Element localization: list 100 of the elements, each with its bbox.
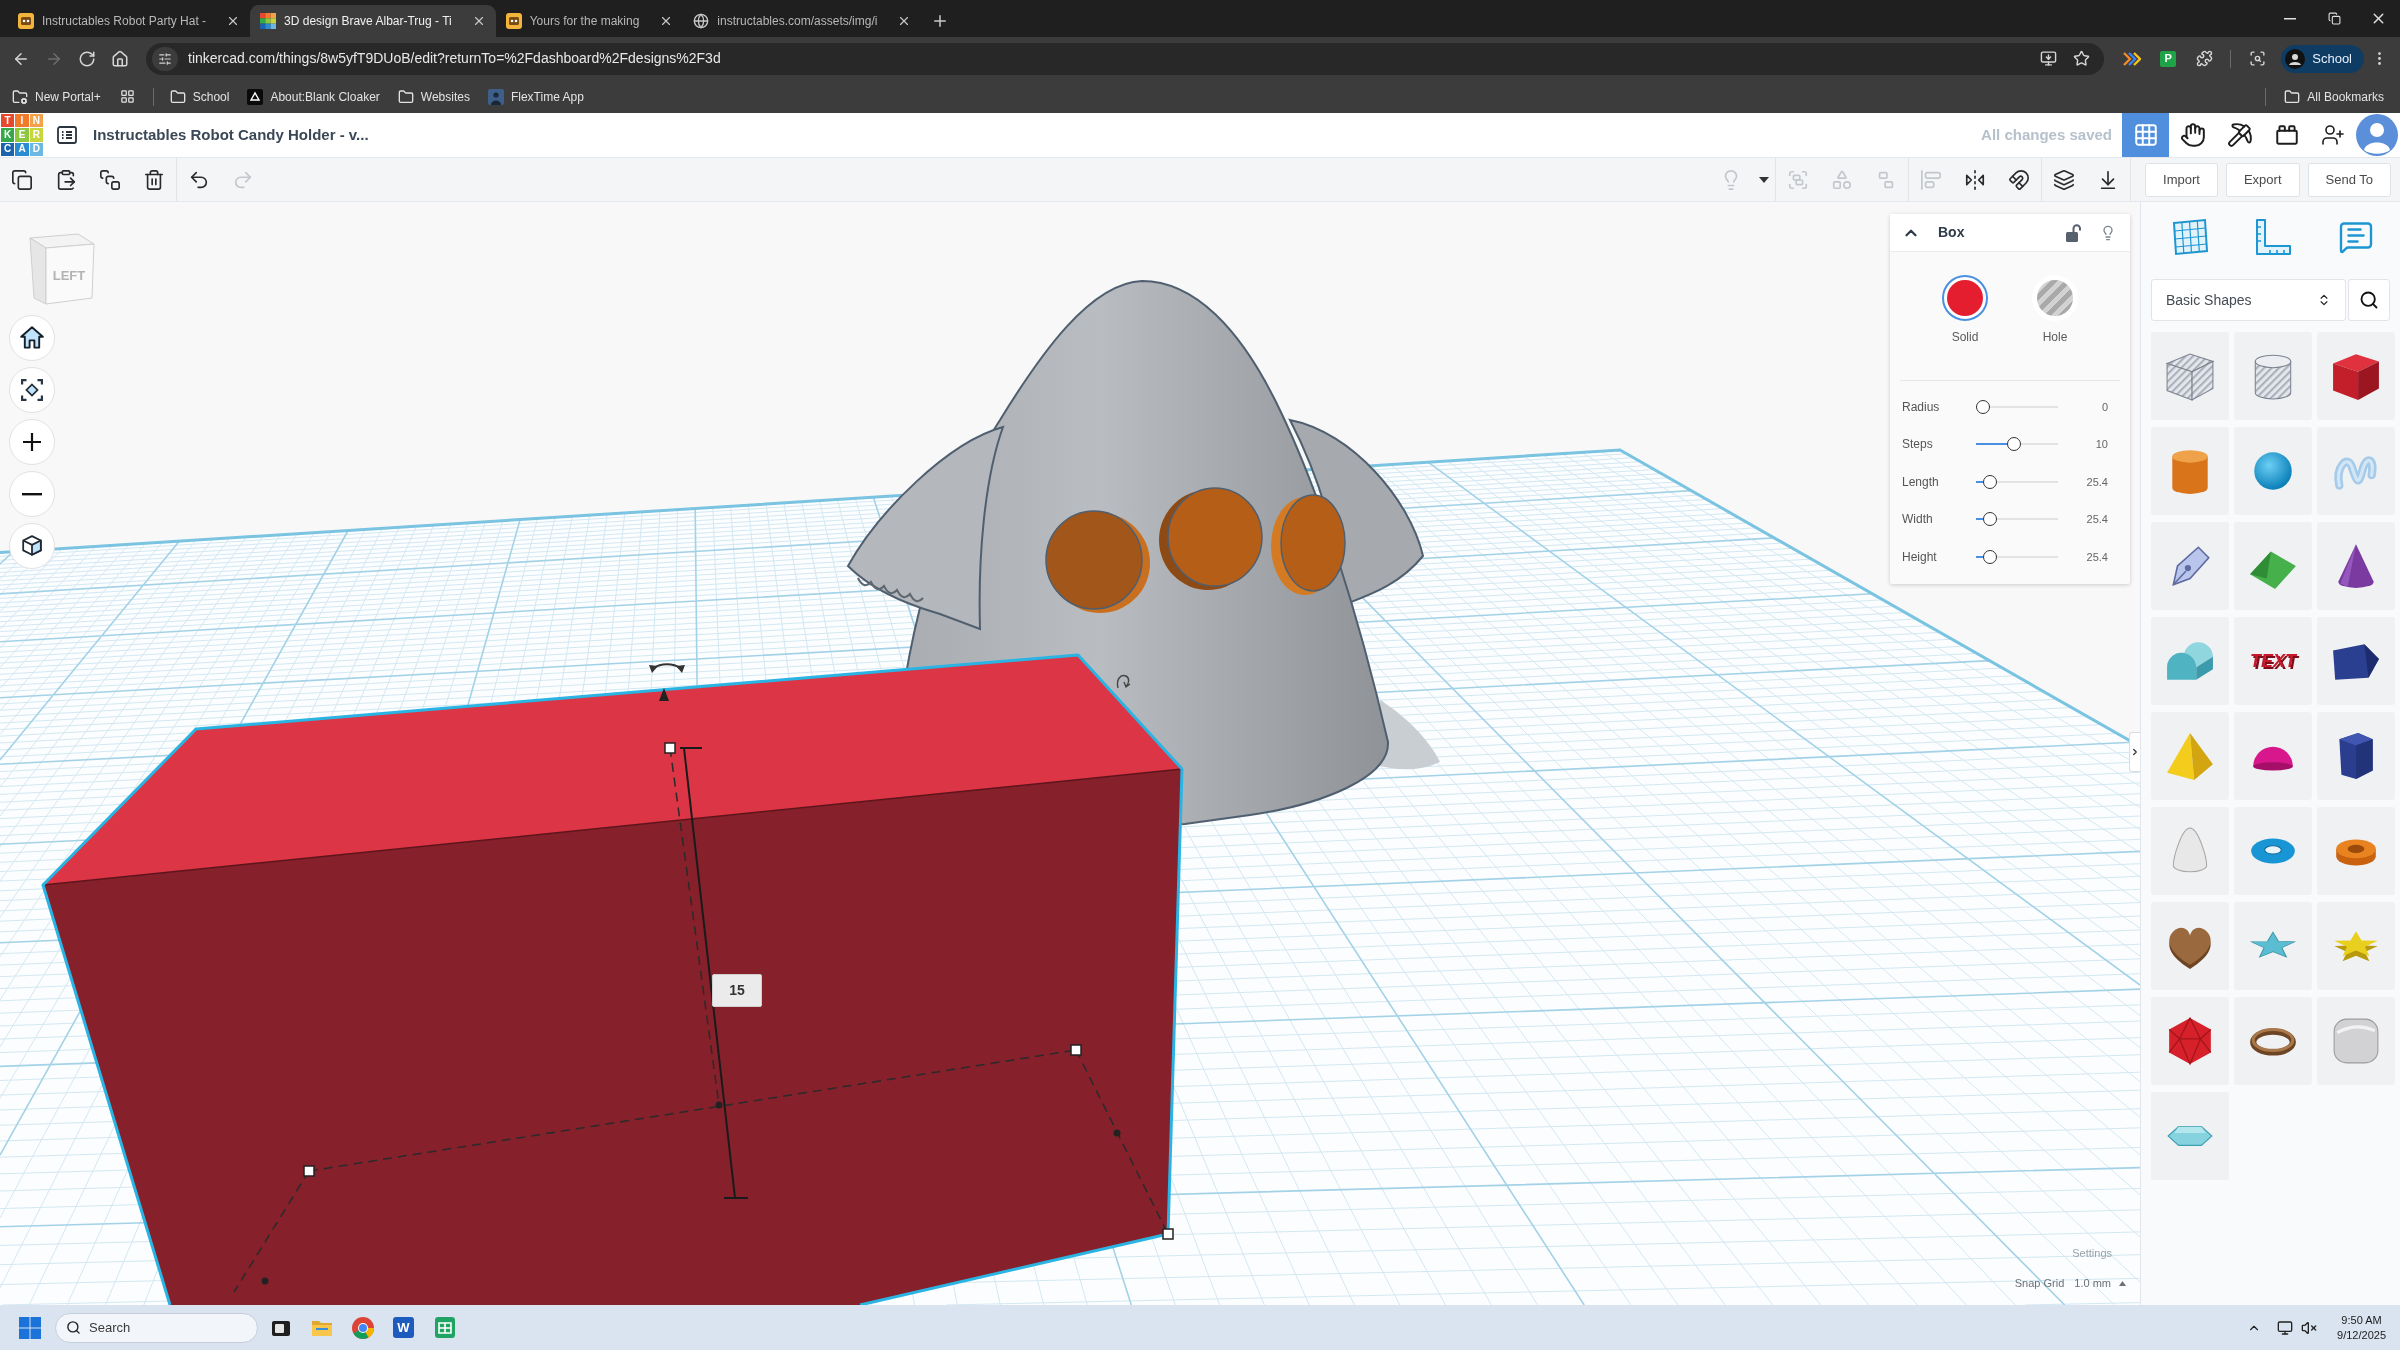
shape-tile[interactable] — [2234, 902, 2312, 990]
cone-handle-icon[interactable] — [659, 688, 669, 701]
shape-tile[interactable] — [2151, 522, 2229, 610]
puzzle-icon[interactable] — [2195, 50, 2213, 67]
tab-search-icon[interactable] — [2248, 50, 2266, 67]
document-app-icon[interactable]: W — [393, 1317, 414, 1338]
shape-tile[interactable] — [2317, 807, 2395, 895]
wing-shape[interactable] — [1289, 419, 1424, 605]
monitor-icon[interactable] — [2277, 1319, 2294, 1336]
zoom-in-button[interactable] — [9, 419, 55, 465]
minimize-icon[interactable] — [2284, 17, 2296, 20]
slider-thumb[interactable] — [1982, 549, 1997, 564]
slider-track[interactable] — [1976, 437, 2058, 452]
shape-tile[interactable] — [2317, 427, 2395, 515]
resize-handle[interactable] — [664, 742, 676, 754]
shape-tile[interactable] — [2151, 997, 2229, 1085]
bookmark-item[interactable]: All Bookmarks — [2278, 83, 2390, 110]
address-bar[interactable]: tinkercad.com/things/8w5yfT9DUoB/edit?returnTo=%2Fdashboard%2Fdesigns%2F3d — [146, 42, 2105, 75]
bookmark-item[interactable]: FlexTime App — [481, 83, 590, 110]
shape-tile[interactable] — [2317, 902, 2395, 990]
resize-handle[interactable] — [1070, 1044, 1082, 1056]
slider-thumb[interactable] — [1982, 512, 1997, 527]
mute-icon[interactable] — [2301, 1319, 2318, 1336]
shape-tile[interactable] — [2151, 712, 2229, 800]
browser-tab[interactable]: Instructables Robot Party Hat - — [8, 5, 251, 37]
resize-handle[interactable] — [1162, 1228, 1174, 1240]
rotate-arrow-icon[interactable] — [649, 663, 685, 673]
shape-tile[interactable] — [2234, 522, 2312, 610]
browser-tab[interactable]: Yours for the making — [495, 5, 684, 37]
slider-track[interactable] — [1976, 474, 2058, 489]
shape-tile[interactable]: TEXT — [2234, 617, 2312, 705]
workplane-grid-icon[interactable] — [2170, 217, 2210, 257]
snap-grid-select[interactable]: 1.0 mm — [2074, 1275, 2126, 1292]
start-icon[interactable] — [19, 1316, 41, 1339]
ruler-icon[interactable] — [2253, 217, 2293, 257]
shape-tile[interactable] — [2317, 617, 2395, 705]
shape-tile[interactable] — [2151, 902, 2229, 990]
fit-view-button[interactable] — [9, 367, 55, 413]
shape-tile[interactable] — [2317, 332, 2395, 420]
shape-tile[interactable] — [2151, 807, 2229, 895]
solid-option[interactable]: Solid — [1925, 275, 2005, 346]
search-button[interactable] — [2347, 279, 2390, 321]
magnet-icon[interactable] — [2008, 168, 2031, 191]
caret-icon[interactable] — [1759, 176, 1770, 183]
import-button[interactable]: Import — [2145, 162, 2218, 197]
shape-tile[interactable] — [2151, 332, 2229, 420]
hole-option[interactable]: Hole — [2015, 275, 2095, 346]
stripes-icon[interactable] — [2123, 50, 2142, 67]
bookmark-item[interactable]: New Portal+ — [6, 83, 107, 110]
profile-button[interactable]: School — [2281, 44, 2364, 73]
home-icon[interactable] — [110, 49, 129, 68]
slider-track[interactable] — [1976, 549, 2058, 564]
slider-thumb[interactable] — [1976, 399, 1990, 414]
category-select[interactable]: Basic Shapes — [2151, 279, 2346, 321]
resize-handle[interactable] — [303, 1165, 315, 1177]
browser-icon[interactable] — [351, 1316, 374, 1339]
layers-icon[interactable] — [2053, 168, 2076, 191]
disc-shape[interactable] — [1159, 487, 1263, 590]
spreadsheet-app-icon[interactable] — [434, 1317, 455, 1338]
slider-track[interactable] — [1976, 399, 2058, 414]
shape-tile[interactable] — [2234, 997, 2312, 1085]
shape-tile[interactable] — [2234, 332, 2312, 420]
send-to-button[interactable]: Send To — [2307, 162, 2391, 197]
panel-toggle-button[interactable] — [2129, 732, 2140, 772]
copy-icon[interactable] — [11, 168, 33, 191]
design-title[interactable]: Instructables Robot Candy Holder - v... — [93, 123, 369, 147]
handle-dot-icon[interactable] — [715, 1101, 723, 1109]
shape-tile[interactable] — [2234, 427, 2312, 515]
bookmark-item[interactable]: Websites — [391, 83, 476, 110]
bookmark-item[interactable]: About:Blank Cloaker — [241, 83, 386, 110]
browser-tab[interactable]: 3D design Brave Albar-Trug - Ti — [250, 5, 496, 37]
disc-shape[interactable] — [1271, 494, 1346, 595]
restore-icon[interactable] — [2327, 12, 2341, 25]
slider-thumb[interactable] — [2007, 437, 2022, 452]
shape-tile[interactable] — [2151, 1092, 2229, 1180]
wing-shape[interactable] — [847, 426, 1004, 630]
bookmark-star-icon[interactable] — [2073, 50, 2091, 67]
export-button[interactable]: Export — [2225, 162, 2300, 197]
browser-tab[interactable]: instructables.com/assets/img/i — [683, 5, 922, 37]
trash-icon[interactable] — [143, 168, 165, 191]
home-view-button[interactable] — [9, 315, 55, 361]
add-user-icon[interactable] — [2321, 123, 2345, 147]
perspective-button[interactable] — [9, 523, 55, 569]
shape-tile[interactable] — [2317, 522, 2395, 610]
mirror-icon[interactable] — [1964, 168, 1987, 191]
list-icon[interactable] — [57, 126, 77, 144]
clipboard-icon[interactable] — [55, 168, 77, 191]
shape-tile[interactable] — [2151, 427, 2229, 515]
app-logo[interactable]: T I N K E R C A D — [1, 114, 43, 156]
shape-tile[interactable] — [2234, 807, 2312, 895]
install-icon[interactable] — [2040, 50, 2058, 67]
slider-thumb[interactable] — [1982, 474, 1997, 489]
shape-tile[interactable] — [2234, 712, 2312, 800]
search-field[interactable]: Search — [55, 1312, 258, 1343]
handle-dot-icon[interactable] — [261, 1277, 269, 1285]
dimension-field[interactable]: 15 — [712, 974, 762, 1007]
disc-shape[interactable] — [1045, 510, 1150, 613]
lightbulb-icon[interactable] — [2100, 223, 2116, 242]
box-shape[interactable] — [41, 653, 1184, 1305]
bookmark-item[interactable]: School — [163, 83, 236, 110]
